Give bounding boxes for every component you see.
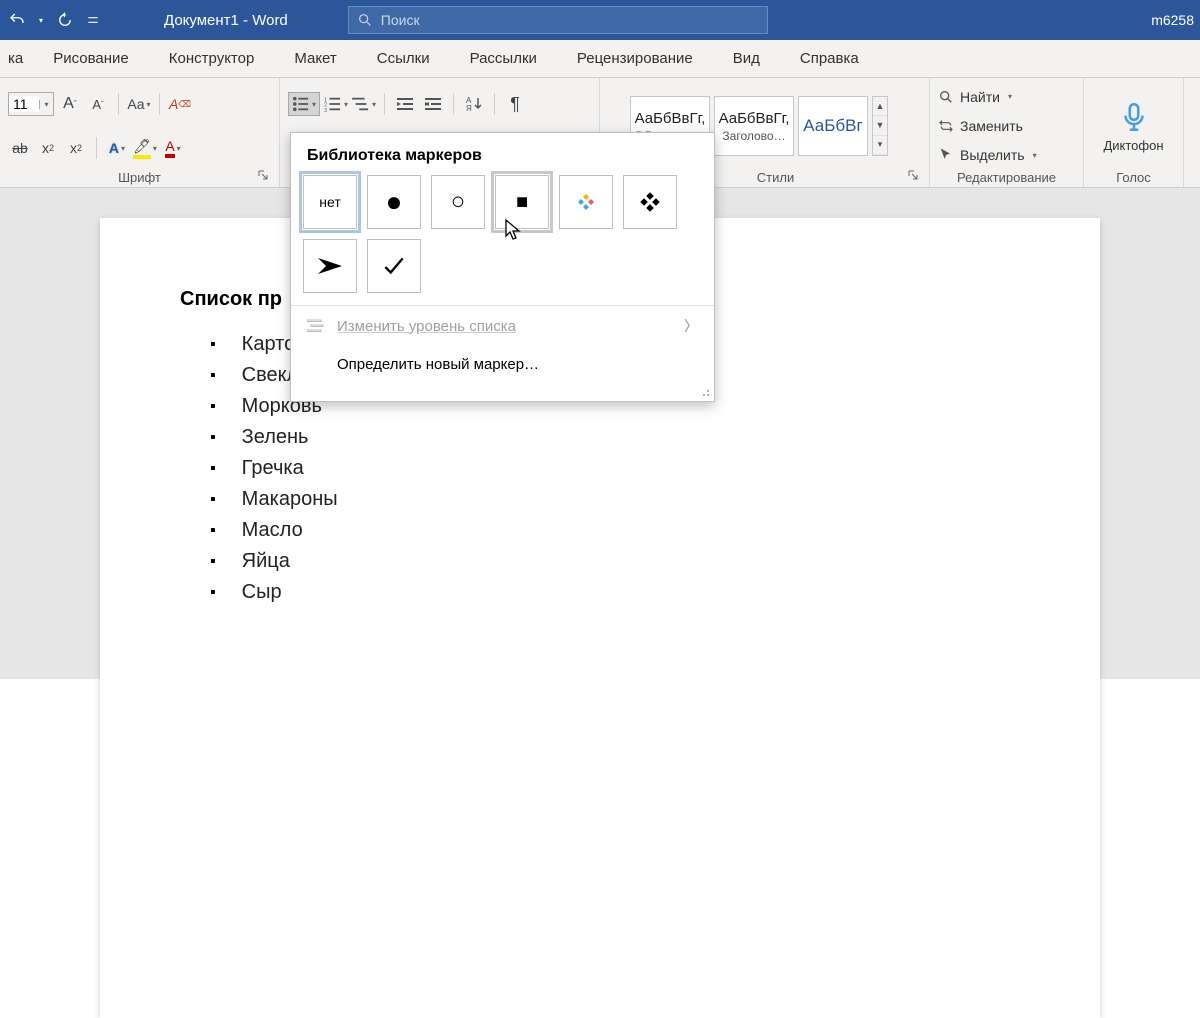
- bullet-square[interactable]: ■: [495, 175, 549, 229]
- tab-partial[interactable]: ка: [4, 40, 33, 78]
- list-item[interactable]: Гречка: [180, 453, 1020, 484]
- superscript-button[interactable]: x2: [64, 136, 88, 160]
- font-size-combo[interactable]: ▾: [8, 92, 54, 116]
- shrink-font-button[interactable]: Aˇ: [86, 92, 110, 116]
- bullet-arrow[interactable]: [303, 239, 357, 293]
- replace-button[interactable]: Заменить: [938, 113, 1075, 139]
- list-item[interactable]: Яйца: [180, 546, 1020, 577]
- styles-dialog-launcher[interactable]: [905, 167, 921, 183]
- user-label: m6258: [1151, 12, 1194, 28]
- bullet-none[interactable]: нет: [303, 175, 357, 229]
- numbering-button[interactable]: 123 ▾: [324, 92, 348, 116]
- clear-formatting-button[interactable]: A⌫: [168, 92, 192, 116]
- tab-help[interactable]: Справка: [780, 40, 879, 78]
- tab-view[interactable]: Вид: [713, 40, 780, 78]
- select-icon: [938, 147, 954, 163]
- font-dialog-launcher[interactable]: [255, 167, 271, 183]
- tab-design[interactable]: Конструктор: [149, 40, 275, 78]
- highlight-button[interactable]: 🖊▾: [133, 136, 157, 160]
- replace-icon: [938, 118, 954, 134]
- group-font-label: Шрифт: [8, 170, 271, 185]
- text-effects-button[interactable]: A▾: [105, 136, 129, 160]
- group-voice: Диктофон Голос: [1084, 78, 1184, 187]
- tab-review[interactable]: Рецензирование: [557, 40, 713, 78]
- list-item[interactable]: Зелень: [180, 422, 1020, 453]
- style-heading[interactable]: АаБбВвГг, Заголово…: [714, 96, 794, 156]
- find-button[interactable]: Найти▾: [938, 84, 1075, 110]
- bullet-4diamond[interactable]: [559, 175, 613, 229]
- select-button[interactable]: Выделить▾: [938, 142, 1075, 168]
- bullet-black-4diamond[interactable]: [623, 175, 677, 229]
- search-placeholder: Поиск: [381, 12, 420, 28]
- qat-customize[interactable]: [82, 0, 104, 40]
- popup-change-level: Изменить уровень списка 〉: [291, 306, 714, 346]
- title-bar: ▾ Документ1 - Word Поиск m6258: [0, 0, 1200, 40]
- microphone-icon: [1117, 100, 1151, 134]
- group-editing-label: Редактирование: [938, 170, 1075, 185]
- change-case-button[interactable]: Aa▾: [127, 92, 151, 116]
- sort-button[interactable]: AЯ: [462, 92, 486, 116]
- popup-resize-grip[interactable]: [291, 383, 714, 401]
- popup-title: Библиотека маркеров: [291, 133, 714, 175]
- tab-drawing[interactable]: Рисование: [33, 40, 149, 78]
- undo-button[interactable]: [0, 0, 34, 40]
- show-marks-button[interactable]: ¶: [503, 92, 527, 116]
- font-color-button[interactable]: A▾: [161, 136, 185, 160]
- ribbon-tabs: ка Рисование Конструктор Макет Ссылки Ра…: [0, 40, 1200, 78]
- tab-references[interactable]: Ссылки: [357, 40, 450, 78]
- search-icon: [357, 12, 373, 28]
- repeat-button[interactable]: [48, 0, 82, 40]
- group-voice-label: Голос: [1092, 170, 1175, 185]
- undo-dropdown[interactable]: ▾: [34, 0, 48, 40]
- styles-expand[interactable]: ▾: [873, 136, 887, 155]
- list-item[interactable]: Макароны: [180, 484, 1020, 515]
- submenu-arrow-icon: 〉: [684, 316, 698, 336]
- search-box[interactable]: Поиск: [348, 6, 768, 34]
- bullet-circle[interactable]: ○: [431, 175, 485, 229]
- popup-define-new[interactable]: Определить новый маркер…: [291, 346, 714, 383]
- styles-scroll-down[interactable]: ▼: [873, 116, 887, 135]
- indent-icon: [307, 319, 325, 333]
- bullets-icon: [292, 96, 310, 112]
- subscript-button[interactable]: x2: [36, 136, 60, 160]
- bullet-disc[interactable]: ●: [367, 175, 421, 229]
- style-title[interactable]: АаБбВг: [798, 96, 868, 156]
- bullets-button[interactable]: ▾: [288, 92, 320, 116]
- tab-mailings[interactable]: Рассылки: [450, 40, 557, 78]
- styles-scroll[interactable]: ▲ ▼ ▾: [872, 96, 888, 156]
- bullet-library-popup: Библиотека маркеров нет ● ○ ■ Изменить у…: [290, 132, 715, 402]
- dictate-button[interactable]: Диктофон: [1092, 100, 1175, 153]
- styles-scroll-up[interactable]: ▲: [873, 97, 887, 116]
- increase-indent-button[interactable]: [421, 92, 445, 116]
- bullet-grid: нет ● ○ ■: [291, 175, 714, 305]
- tab-layout[interactable]: Макет: [274, 40, 356, 78]
- strikethrough-button[interactable]: ab: [8, 136, 32, 160]
- list-item[interactable]: Сыр: [180, 577, 1020, 608]
- group-editing: Найти▾ Заменить Выделить▾ Редактирование: [930, 78, 1084, 187]
- decrease-indent-button[interactable]: [393, 92, 417, 116]
- bullet-check[interactable]: [367, 239, 421, 293]
- grow-font-button[interactable]: Aˆ: [58, 92, 82, 116]
- document-title: Документ1 - Word: [164, 12, 288, 29]
- font-size-input[interactable]: [9, 96, 39, 112]
- svg-text:3: 3: [324, 108, 327, 112]
- group-font: ▾ Aˆ Aˇ Aa▾ A⌫ ab x2 x2 A▾ 🖊▾ A▾ Шрифт: [0, 78, 280, 187]
- list-item[interactable]: Масло: [180, 515, 1020, 546]
- multilevel-list-button[interactable]: ▾: [352, 92, 376, 116]
- find-icon: [938, 89, 954, 105]
- svg-text:Я: Я: [466, 104, 472, 112]
